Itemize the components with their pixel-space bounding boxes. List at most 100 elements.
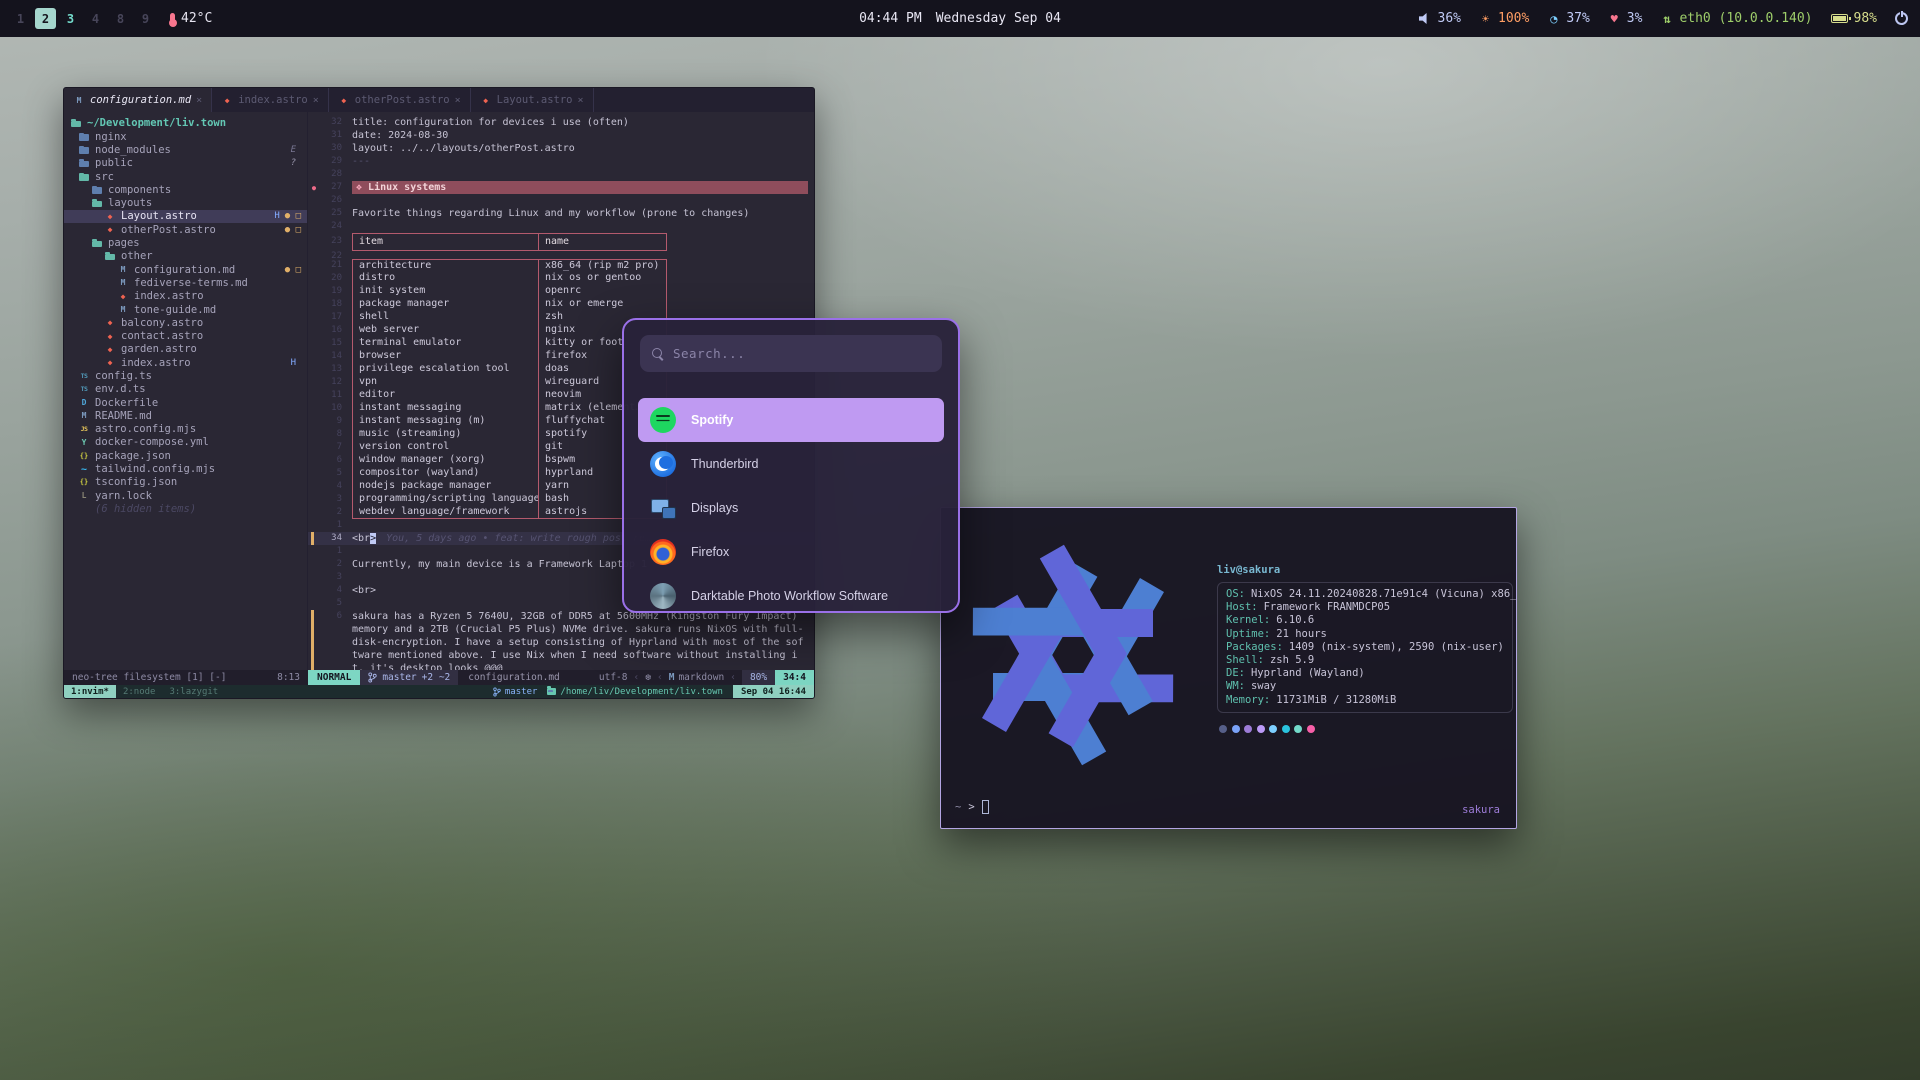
folder-icon [78,144,90,155]
launcher-item[interactable]: Darktable Photo Workflow Software [638,574,944,613]
tree-item[interactable]: pages [64,236,307,249]
tree-item[interactable]: public ? [64,157,307,170]
fastfetch-value: sway [1251,680,1276,693]
workspace-button[interactable]: 4 [85,8,106,29]
markdown-icon [117,278,129,287]
tree-item-label: public [95,157,133,169]
editor-tab[interactable]: index.astro × [212,88,329,112]
terminal-color-palette [1219,725,1513,733]
workspace-switcher: 123489 [10,8,156,29]
git-branch-icon [493,687,501,697]
tree-item[interactable]: tailwind.config.mjs [64,462,307,475]
table-cell-item: editor [353,389,539,402]
fastfetch-label: Host: [1226,601,1258,614]
buffer-text: --- [352,155,370,168]
tree-item[interactable]: index.astro H [64,356,307,369]
tree-item[interactable]: README.md [64,409,307,422]
buffer-line: 30 layout: ../../layouts/otherPost.astro [308,142,814,155]
table-cell-item: package manager [353,298,539,311]
workspace-button[interactable]: 8 [110,8,131,29]
file-tree: ~/Development/liv.town nginx node_module… [64,112,308,670]
terminal-window: liv@sakura OS: NixOS 24.11.20240828.71e9… [940,507,1517,829]
workspace-button[interactable]: 1 [10,8,31,29]
tree-item[interactable]: components [64,183,307,196]
fastfetch-label: DE: [1226,667,1245,680]
tree-item[interactable]: layouts [64,196,307,209]
workspace-button[interactable]: 9 [135,8,156,29]
markdown-icon [117,305,129,314]
tree-root[interactable]: ~/Development/liv.town [64,116,307,130]
buffer-line: 6 sakura has a Ryzen 5 7640U, 32GB of DD… [308,610,814,670]
launcher-item[interactable]: Spotify [638,398,944,442]
tree-item[interactable]: configuration.md ● □ [64,263,307,276]
tree-item[interactable]: env.d.ts [64,383,307,396]
tab-close-icon[interactable]: × [196,95,202,106]
tree-item[interactable]: contact.astro [64,329,307,342]
launcher-item[interactable]: Thunderbird [638,442,944,486]
tree-item[interactable]: astro.config.mjs [64,423,307,436]
folder-open-icon [104,251,116,262]
workspace-button[interactable]: 2 [35,8,56,29]
editor-tab[interactable]: Layout.astro × [471,88,594,112]
tmux-clock: Sep 04 16:44 [733,685,814,698]
fastfetch-line: Host: Framework FRANMDCP05 [1226,601,1504,614]
tab-close-icon[interactable]: × [577,95,583,106]
table-cell-item: terminal emulator [353,337,539,350]
markdown-icon [117,265,129,274]
tmux-branch-name: master [505,687,538,697]
tmux-window[interactable]: 3:lazygit [162,685,225,698]
line-number: 24 [320,220,342,233]
filetype: markdown [678,672,724,683]
table-cell-name: x86_64 (rip m2 pro) [539,260,666,272]
tab-close-icon[interactable]: × [455,95,461,106]
tree-item[interactable]: node_modules E [64,143,307,156]
tree-item[interactable]: tone-guide.md [64,303,307,316]
tab-close-icon[interactable]: × [313,95,319,106]
tab-label: otherPost.astro [355,94,450,106]
tree-item[interactable]: (6 hidden items) [64,502,307,515]
launcher-item[interactable]: Displays [638,486,944,530]
tree-item[interactable]: tsconfig.json [64,476,307,489]
tree-item[interactable]: other [64,250,307,263]
module-value: eth0 (10.0.0.140) [1679,11,1812,26]
spotify-icon [650,407,676,433]
table-cell-item: init system [353,285,539,298]
launcher-item[interactable]: Firefox [638,530,944,574]
tree-item[interactable]: fediverse-terms.md [64,276,307,289]
tree-item[interactable]: Dockerfile [64,396,307,409]
palette-dot [1294,725,1302,733]
folder-open-icon [91,198,103,209]
tmux-window[interactable]: 1:nvim* [64,685,116,698]
astro-icon [104,332,116,341]
tree-item[interactable]: index.astro [64,290,307,303]
search-input[interactable]: Search... [640,335,942,372]
tree-item[interactable]: nginx [64,130,307,143]
line-number: 27 [320,181,342,194]
launcher-results: Spotify Thunderbird Displays Firefox Dar… [624,382,958,613]
editor-tab[interactable]: configuration.md × [64,88,212,112]
palette-dot [1219,725,1227,733]
power-button[interactable] [1895,12,1908,25]
shell-prompt[interactable]: ~ > [955,800,989,814]
buffer-line: 27 Linux systems [308,181,814,194]
tree-item[interactable]: docker-compose.yml [64,436,307,449]
tree-item[interactable]: yarn.lock [64,489,307,502]
astro-icon [117,292,129,301]
tree-item[interactable]: src [64,170,307,183]
tree-item[interactable]: garden.astro [64,343,307,356]
tmux-window[interactable]: 2:node [116,685,163,698]
tree-item[interactable]: otherPost.astro ● □ [64,223,307,236]
tree-item[interactable]: Layout.astro H ● □ [64,210,307,223]
tree-item[interactable]: config.ts [64,369,307,382]
table-header-item: item [353,234,539,250]
workspace-button[interactable]: 3 [60,8,81,29]
tree-item[interactable]: balcony.astro [64,316,307,329]
tree-item-label: astro.config.mjs [95,423,196,435]
fastfetch-line: Memory: 11731MiB / 31280MiB [1226,694,1504,707]
tree-item[interactable]: package.json [64,449,307,462]
editor-tab[interactable]: otherPost.astro × [329,88,471,112]
thunderbird-icon [650,451,676,477]
astro-icon [104,212,116,221]
buffer-line: 29 --- [308,155,814,168]
git-status-badge: ● □ [285,265,301,275]
